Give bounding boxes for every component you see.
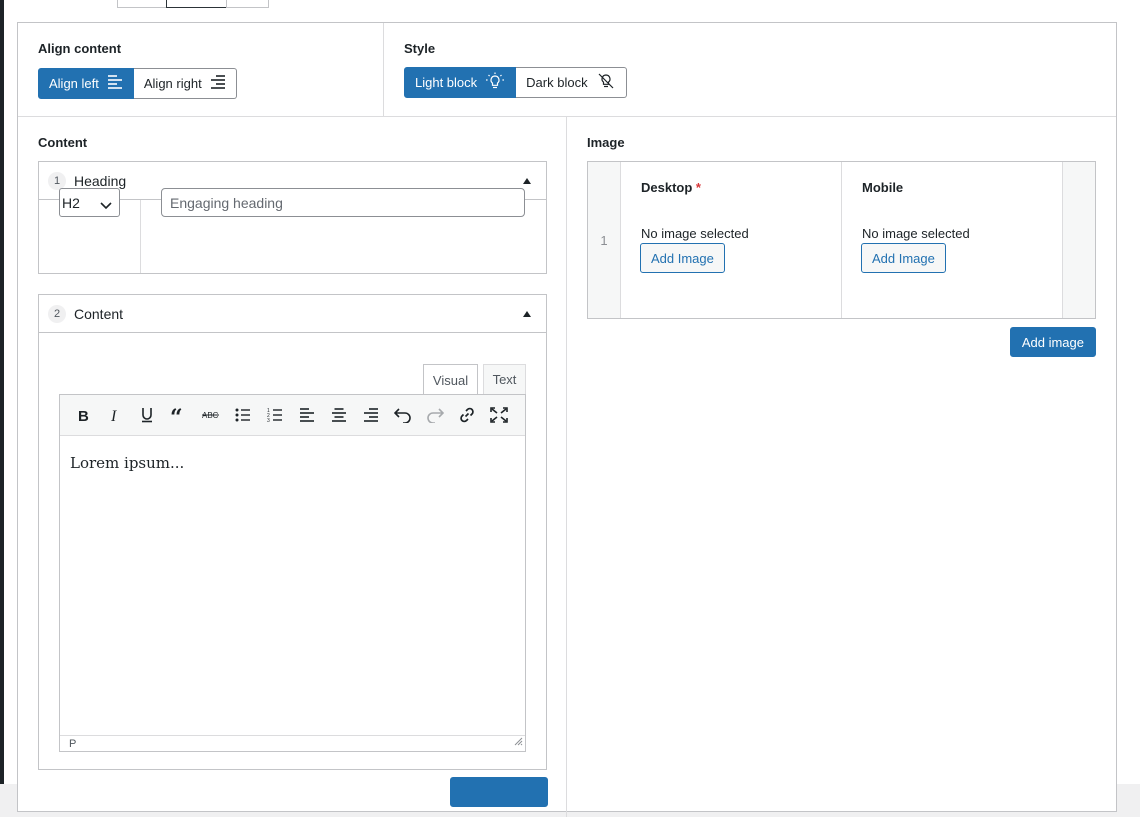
mobile-image-status: No image selected xyxy=(862,226,970,241)
light-block-label: Light block xyxy=(415,75,478,90)
heading-text-input[interactable] xyxy=(161,188,525,217)
top-tab-active[interactable] xyxy=(166,0,227,8)
redo-icon[interactable] xyxy=(419,399,451,431)
heading-layout: 1 Heading H2 xyxy=(38,161,547,274)
dark-block-label: Dark block xyxy=(526,75,588,90)
editor-statusbar: P xyxy=(60,735,525,751)
top-tab-strip xyxy=(4,0,1140,8)
underline-icon[interactable] xyxy=(131,399,163,431)
editor-toolbar: B I “ ABC 123 xyxy=(60,395,525,436)
layout-title: Content xyxy=(74,305,124,322)
light-block-button[interactable]: Light block xyxy=(404,67,517,98)
heading-level-select[interactable]: H2 xyxy=(59,188,120,217)
blockquote-icon[interactable]: “ xyxy=(163,399,195,431)
tab-text[interactable]: Text xyxy=(483,364,526,394)
lightbulb-on-icon xyxy=(485,72,505,93)
image-label: Image xyxy=(587,135,625,150)
content-layout-header[interactable]: 2 Content xyxy=(39,295,546,333)
top-tab[interactable] xyxy=(226,0,269,8)
required-marker: * xyxy=(695,180,701,195)
strikethrough-icon[interactable]: ABC xyxy=(195,399,227,431)
align-left-label: Align left xyxy=(49,76,99,91)
align-right-icon[interactable] xyxy=(355,399,387,431)
field-divider xyxy=(140,200,141,273)
style-field: Style Light block Dark block xyxy=(384,23,1116,116)
page-canvas: Align content Align left Align right Sty… xyxy=(4,8,1140,817)
fullscreen-icon[interactable] xyxy=(483,399,515,431)
dark-block-button[interactable]: Dark block xyxy=(516,67,627,98)
align-button-group: Align left Align right xyxy=(38,68,237,99)
block-panel: Align content Align left Align right Sty… xyxy=(17,22,1117,817)
align-content-field: Align content Align left Align right xyxy=(18,23,384,116)
link-icon[interactable] xyxy=(451,399,483,431)
content-column: Content 1 Heading H2 Engaging heading 2 … xyxy=(18,117,567,817)
align-right-label: Align right xyxy=(143,76,202,91)
numbered-list-icon[interactable]: 123 xyxy=(259,399,291,431)
lightbulb-off-icon xyxy=(596,72,616,93)
row-handle[interactable] xyxy=(1062,162,1095,318)
style-label: Style xyxy=(404,41,436,56)
content-layout: 2 Content Visual Text B I “ ABC 1 2 3 Lo… xyxy=(38,294,547,770)
desktop-image-cell: Desktop * No image selected Add Image xyxy=(621,162,842,318)
add-layout-button[interactable] xyxy=(450,777,548,807)
chevron-down-icon xyxy=(100,197,112,213)
desktop-label: Desktop * xyxy=(641,180,701,195)
wysiwyg-editor: B I “ ABC 123 Lorem ipsum... P xyxy=(59,394,526,752)
svg-text:3: 3 xyxy=(267,418,270,422)
image-column: Image 1 Desktop * No image selected Add … xyxy=(567,117,1116,817)
undo-icon[interactable] xyxy=(387,399,419,431)
mobile-image-cell: Mobile No image selected Add Image xyxy=(842,162,1062,318)
top-tab[interactable] xyxy=(117,0,167,8)
layout-index: 1 xyxy=(48,171,66,190)
content-label: Content xyxy=(38,135,88,150)
resize-grip-icon[interactable] xyxy=(513,736,523,749)
layout-index: 2 xyxy=(48,304,66,323)
align-content-label: Align content xyxy=(38,41,122,56)
row-index[interactable]: 1 xyxy=(588,162,621,318)
bold-icon[interactable]: B xyxy=(67,399,99,431)
tab-visual[interactable]: Visual xyxy=(423,364,478,395)
layout-title: Heading xyxy=(74,172,127,189)
add-image-row-button[interactable]: Add image xyxy=(1009,327,1096,357)
align-left-icon[interactable] xyxy=(291,399,323,431)
settings-row: Align content Align left Align right Sty… xyxy=(18,23,1116,117)
desktop-image-status: No image selected xyxy=(641,226,749,241)
align-left-button[interactable]: Align left xyxy=(38,68,134,99)
element-path[interactable]: P xyxy=(69,738,76,750)
collapse-triangle-icon[interactable] xyxy=(520,174,534,188)
style-button-group: Light block Dark block xyxy=(404,67,627,98)
bullet-list-icon[interactable] xyxy=(227,399,259,431)
align-right-button[interactable]: Align right xyxy=(133,68,237,99)
italic-icon[interactable]: I xyxy=(99,399,131,431)
align-right-icon xyxy=(210,75,226,92)
align-center-icon[interactable] xyxy=(323,399,355,431)
desktop-add-image-button[interactable]: Add Image xyxy=(640,243,725,273)
image-repeater-table: 1 Desktop * No image selected Add Image … xyxy=(587,161,1096,319)
svg-text:I: I xyxy=(110,408,117,422)
svg-text:“: “ xyxy=(170,408,183,422)
mobile-label: Mobile xyxy=(862,180,904,195)
svg-text:B: B xyxy=(78,408,89,422)
editor-content-area[interactable]: Lorem ipsum... xyxy=(60,436,525,735)
mobile-add-image-button[interactable]: Add Image xyxy=(861,243,946,273)
heading-level-value: H2 xyxy=(62,194,80,211)
align-left-icon xyxy=(107,75,123,92)
collapse-triangle-icon[interactable] xyxy=(520,307,534,321)
